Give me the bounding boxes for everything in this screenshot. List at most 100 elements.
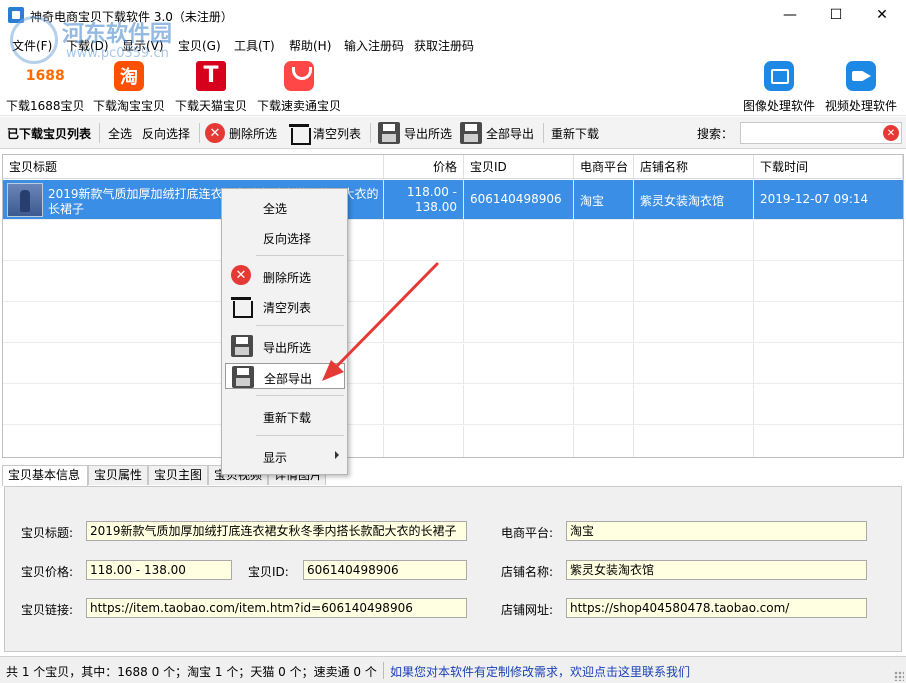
maximize-icon: ☐ — [829, 7, 843, 23]
menu-separator — [256, 255, 344, 256]
ctx-select-all[interactable]: 全选 — [225, 194, 345, 220]
1688-icon: 1688 — [25, 67, 65, 84]
price-field[interactable]: 118.00 - 138.00 — [86, 560, 232, 580]
download-aliexpress-label: 下载速卖通宝贝 — [257, 99, 342, 113]
invert-select-button[interactable]: 反向选择 — [142, 117, 190, 149]
menu-bar: 文件(F) 下载(D) 显示(V) 宝贝(G) 工具(T) 帮助(H) 输入注册… — [0, 33, 906, 55]
search-label: 搜索： — [697, 126, 734, 141]
main-toolbar: 1688 下载1688宝贝 淘 下载淘宝宝贝 T 下载天猫宝贝 下载速卖通宝贝 … — [0, 56, 906, 116]
download-tmall-button[interactable]: T 下载天猫宝贝 — [175, 60, 247, 114]
cell-time: 2019-12-07 09:14 — [754, 180, 903, 220]
tab-basic-info[interactable]: 宝贝基本信息 — [2, 465, 88, 486]
table-row[interactable]: 2019新款气质加厚加绒打底连衣裙女秋冬季内搭长款配大衣的 长裙子 118.00… — [3, 180, 903, 220]
shop-url-field[interactable]: https://shop404580478.taobao.com/ — [566, 598, 867, 618]
maximize-button[interactable]: ☐ — [813, 0, 859, 30]
video-icon — [846, 60, 876, 91]
empty-row — [3, 303, 903, 343]
menu-view[interactable]: 显示(V) — [122, 37, 164, 54]
tab-main-images[interactable]: 宝贝主图 — [148, 465, 208, 485]
ctx-redownload[interactable]: 重新下载 — [225, 403, 345, 429]
video-tool-button[interactable]: 视频处理软件 — [825, 60, 897, 114]
empty-row — [3, 262, 903, 302]
column-header-price[interactable]: 价格 — [384, 155, 464, 179]
download-taobao-button[interactable]: 淘 下载淘宝宝贝 — [93, 60, 165, 114]
column-header-platform[interactable]: 电商平台 — [574, 155, 634, 179]
menu-separator — [256, 395, 344, 396]
list-toolbar: 已下载宝贝列表 全选 反向选择 ✕ 删除所选 清空列表 导出所选 全部导出 重新… — [0, 117, 906, 149]
column-header-title[interactable]: 宝贝标题 — [3, 155, 384, 179]
clear-list-button[interactable]: 清空列表 — [289, 117, 361, 149]
ctx-export-selected[interactable]: 导出所选 — [225, 333, 345, 359]
cell-price: 118.00 - 138.00 — [384, 180, 464, 220]
ctx-display-label: 显示 — [263, 451, 288, 465]
cell-time-text: 2019-12-07 09:14 — [760, 192, 869, 206]
column-header-shop[interactable]: 店铺名称 — [634, 155, 754, 179]
context-menu: 全选 反向选择 ✕ 删除所选 清空列表 导出所选 全部导出 重新下载 显示 — [221, 188, 348, 475]
list-heading: 已下载宝贝列表 — [7, 126, 92, 141]
column-header-id[interactable]: 宝贝ID — [464, 155, 574, 179]
product-thumbnail — [7, 183, 43, 217]
redownload-button[interactable]: 重新下载 — [551, 117, 599, 149]
tab-attributes[interactable]: 宝贝属性 — [88, 465, 148, 485]
close-button[interactable]: ✕ — [859, 0, 905, 30]
menu-separator — [256, 435, 344, 436]
image-tool-button[interactable]: 图像处理软件 — [743, 60, 815, 114]
ctx-export-all[interactable]: 全部导出 — [225, 363, 345, 389]
ctx-invert-select[interactable]: 反向选择 — [225, 224, 345, 250]
save-icon — [378, 122, 400, 144]
menu-item-goods[interactable]: 宝贝(G) — [178, 37, 221, 54]
menu-tools[interactable]: 工具(T) — [234, 37, 275, 54]
tmall-icon: T — [196, 60, 226, 91]
resize-grip-icon[interactable] — [894, 671, 904, 681]
menu-enter-code[interactable]: 输入注册码 — [344, 37, 404, 54]
detail-panel: 宝贝标题: 2019新款气质加厚加绒打底连衣裙女秋冬季内搭长款配大衣的长裙子 电… — [4, 486, 902, 652]
select-all-button[interactable]: 全选 — [108, 117, 132, 149]
contact-link[interactable]: 如果您对本软件有定制修改需求，欢迎点击这里联系我们 — [390, 663, 690, 680]
ctx-invert-select-label: 反向选择 — [263, 232, 312, 246]
price-line-2: 138.00 — [415, 200, 457, 214]
download-1688-button[interactable]: 1688 下载1688宝贝 — [6, 60, 85, 114]
submenu-arrow-icon — [335, 451, 339, 459]
ctx-display[interactable]: 显示 — [225, 443, 345, 469]
column-header-time[interactable]: 下载时间 — [754, 155, 903, 179]
download-taobao-label: 下载淘宝宝贝 — [93, 99, 166, 113]
link-label: 宝贝链接: — [21, 603, 74, 617]
cell-id: 606140498906 — [464, 180, 574, 220]
video-tool-label: 视频处理软件 — [825, 99, 898, 113]
export-all-button[interactable]: 全部导出 — [460, 117, 534, 149]
app-icon — [8, 7, 24, 23]
empty-row — [3, 385, 903, 425]
title-field[interactable]: 2019新款气质加厚加绒打底连衣裙女秋冬季内搭长款配大衣的长裙子 — [86, 521, 467, 541]
shop-field[interactable]: 紫灵女装淘衣馆 — [566, 560, 867, 580]
taobao-icon: 淘 — [114, 60, 144, 91]
menu-file[interactable]: 文件(F) — [12, 37, 52, 54]
ctx-delete-label: 删除所选 — [263, 271, 312, 285]
empty-row — [3, 344, 903, 384]
menu-download[interactable]: 下载(D) — [66, 37, 109, 54]
trash-icon — [231, 295, 253, 318]
delete-selected-button[interactable]: ✕ 删除所选 — [205, 117, 277, 149]
table-header: 宝贝标题 价格 宝贝ID 电商平台 店铺名称 下载时间 — [3, 155, 903, 179]
minimize-button[interactable]: — — [767, 0, 813, 30]
export-all-label: 全部导出 — [486, 126, 535, 141]
export-selected-button[interactable]: 导出所选 — [378, 117, 452, 149]
ctx-delete-selected[interactable]: ✕ 删除所选 — [225, 263, 345, 289]
shop-url-label: 店铺网址: — [501, 603, 554, 617]
clear-search-icon[interactable]: ✕ — [883, 125, 899, 141]
menu-help[interactable]: 帮助(H) — [289, 37, 331, 54]
id-field[interactable]: 606140498906 — [303, 560, 467, 580]
download-1688-label: 下载1688宝贝 — [6, 99, 85, 113]
status-summary: 共 1 个宝贝，其中：1688 0 个；淘宝 1 个；天猫 0 个；速卖通 0 … — [6, 665, 377, 679]
ctx-select-all-label: 全选 — [263, 202, 288, 216]
search-input[interactable]: ✕ — [740, 122, 902, 144]
download-aliexpress-button[interactable]: 下载速卖通宝贝 — [257, 60, 341, 114]
link-field[interactable]: https://item.taobao.com/item.htm?id=6061… — [86, 598, 467, 618]
ctx-export-selected-label: 导出所选 — [263, 341, 312, 355]
title-bar: 神奇电商宝贝下载软件 3.0（未注册） — ☐ ✕ — [0, 0, 906, 32]
title-line-2: 长裙子 — [48, 202, 85, 216]
save-all-icon — [232, 366, 254, 388]
platform-field[interactable]: 淘宝 — [566, 521, 867, 541]
price-label: 宝贝价格: — [21, 565, 74, 579]
menu-get-code[interactable]: 获取注册码 — [414, 37, 474, 54]
ctx-clear-list[interactable]: 清空列表 — [225, 293, 345, 319]
